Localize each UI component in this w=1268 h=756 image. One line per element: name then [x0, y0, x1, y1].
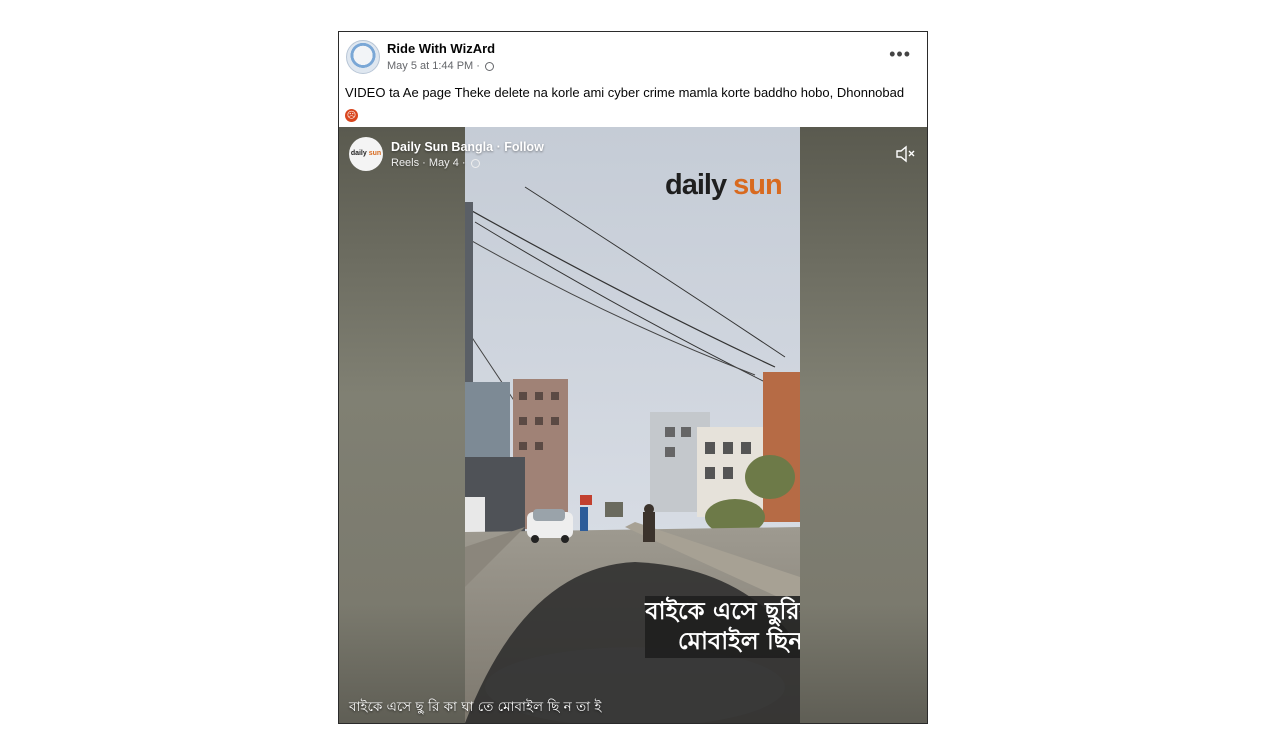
- speaker-muted-icon[interactable]: [895, 145, 915, 163]
- shared-meta-text: Reels · May 4 ·: [391, 157, 466, 169]
- author-name[interactable]: Ride With WizArd: [387, 41, 495, 56]
- facebook-post: Ride With WizArd May 5 at 1:44 PM · ••• …: [338, 31, 928, 724]
- shared-page-logo[interactable]: daily sun: [349, 137, 383, 171]
- video-overlay-text: বাইকে এসে ছুরিকাঘাতে মোবাইল ছিনতাই: [645, 596, 800, 658]
- caption-text: VIDEO ta Ae page Theke delete na korle a…: [345, 85, 905, 100]
- reel-frame: daily sun বাইকে এসে ছুরিকাঘাতে মোবাইল ছি…: [465, 127, 800, 723]
- shared-meta: Reels · May 4 ·: [391, 157, 480, 169]
- shared-page-name-follow[interactable]: Daily Sun Bangla · Follow: [391, 140, 544, 154]
- post-timestamp[interactable]: May 5 at 1:44 PM: [387, 60, 473, 72]
- post-caption: VIDEO ta Ae page Theke delete na korle a…: [345, 83, 920, 122]
- overlay-line-1: বাইকে এসে ছুরিকাঘাতে: [645, 597, 800, 625]
- video-blur-left: [339, 127, 465, 723]
- video-bottom-caption: বাইকে এসে ছু রি কা ঘা তে মোবাইল ছি ন তা …: [349, 699, 602, 715]
- angry-face-emoji-icon: ☹: [345, 109, 358, 122]
- more-options-icon[interactable]: •••: [889, 44, 911, 65]
- post-meta: May 5 at 1:44 PM ·: [387, 60, 494, 72]
- daily-sun-watermark: daily sun: [665, 169, 783, 201]
- author-avatar[interactable]: [346, 40, 380, 74]
- overlay-line-2: মোবাইল ছিনতাই: [677, 627, 800, 655]
- video-blur-right: [799, 127, 927, 723]
- globe-icon: [470, 158, 480, 168]
- video-player[interactable]: daily sun বাইকে এসে ছুরিকাঘাতে মোবাইল ছি…: [339, 127, 927, 723]
- globe-icon: [484, 61, 494, 71]
